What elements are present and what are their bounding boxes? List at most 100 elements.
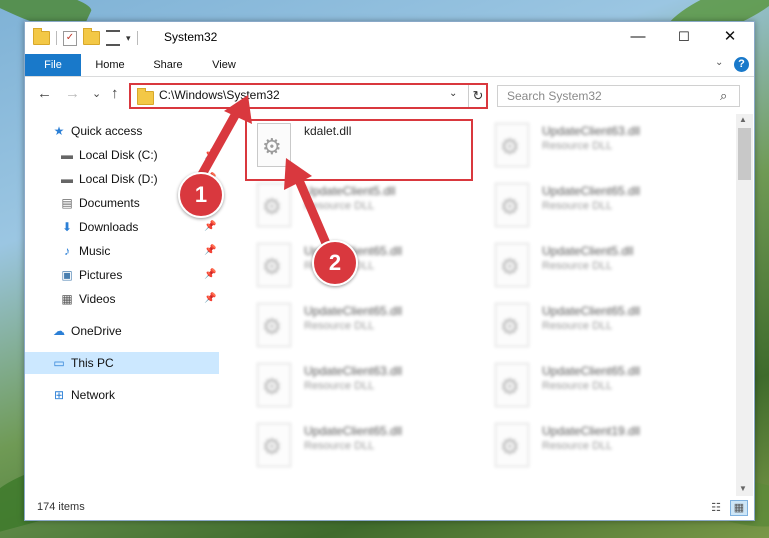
pin-icon[interactable]: 📌 [204, 144, 216, 166]
file-item[interactable]: UpdateClient65.dll Resource DLL [483, 180, 703, 232]
tab-file[interactable]: File [25, 54, 81, 76]
dll-file-icon [257, 303, 291, 347]
drive-icon: ▬ [61, 172, 73, 186]
sidebar-item-onedrive[interactable]: ☁ OneDrive [25, 320, 219, 342]
customize-toolbar-chevron-icon[interactable]: ▾ [126, 33, 131, 44]
sidebar-item-pictures[interactable]: ▣ Pictures 📌 [25, 264, 219, 286]
file-item[interactable]: UpdateClient5.dll Resource DLL [483, 240, 703, 292]
pictures-icon: ▣ [61, 268, 73, 282]
dll-file-icon [257, 363, 291, 407]
computer-icon: ▭ [53, 356, 65, 370]
pin-icon[interactable]: 📌 [204, 240, 216, 262]
maximize-button[interactable]: ☐ [661, 22, 707, 52]
sidebar-item-downloads[interactable]: ⬇ Downloads 📌 [25, 216, 219, 238]
vertical-scrollbar[interactable]: ▲ ▼ [736, 114, 753, 496]
window-title: System32 [164, 30, 218, 44]
tab-home[interactable]: Home [85, 54, 135, 76]
sidebar-item-quick-access[interactable]: ★ Quick access [25, 120, 219, 142]
scroll-down-icon[interactable]: ▼ [739, 484, 747, 493]
dll-file-icon [495, 423, 529, 467]
sidebar-item-label: Quick access [71, 124, 143, 138]
sidebar-item-this-pc[interactable]: ▭ This PC [25, 352, 219, 374]
file-type: Resource DLL [542, 380, 613, 392]
forward-button[interactable]: → [65, 85, 80, 102]
sidebar-item-network[interactable]: ⊞ Network [25, 384, 219, 406]
file-name: UpdateClient5.dll [542, 244, 634, 258]
file-item[interactable]: UpdateClient5.dll Resource DLL [245, 180, 465, 232]
pin-icon[interactable]: 📌 [204, 216, 216, 238]
file-name: UpdateClient65.dll [542, 364, 641, 378]
address-bar[interactable]: C:\Windows\System32 ⌄ ↻ [129, 83, 488, 109]
music-icon: ♪ [64, 244, 70, 258]
status-bar: 174 items ☷ ▦ [25, 498, 754, 520]
up-button[interactable]: ↑ [111, 85, 119, 102]
minimize-button[interactable]: — [615, 22, 661, 52]
file-name: UpdateClient19.dll [542, 424, 641, 438]
sidebar-item-label: Downloads [79, 220, 139, 234]
file-item[interactable]: UpdateClient19.dll Resource DLL [483, 420, 703, 472]
file-name: UpdateClient5.dll [304, 184, 396, 198]
new-folder-icon[interactable] [83, 28, 100, 45]
rename-icon[interactable] [106, 30, 120, 46]
pin-icon[interactable]: 📌 [204, 264, 216, 286]
step-1-badge: 1 [178, 172, 224, 218]
address-path[interactable]: C:\Windows\System32 [159, 88, 280, 102]
title-bar: ✓ ▾ System32 — ☐ ✕ [25, 22, 754, 54]
sidebar-item-label: Videos [79, 292, 116, 306]
sidebar-item-label: Local Disk (D:) [79, 172, 158, 186]
file-name: UpdateClient65.dll [542, 304, 641, 318]
search-placeholder: Search System32 [507, 89, 602, 103]
search-input[interactable]: Search System32 ⌕ [497, 85, 740, 107]
file-item[interactable]: UpdateClient63.dll Resource DLL [483, 120, 703, 172]
tab-share[interactable]: Share [143, 54, 193, 76]
address-dropdown-chevron-icon[interactable]: ⌄ [449, 88, 457, 99]
expand-ribbon-chevron-icon[interactable]: ⌄ [715, 57, 723, 68]
pin-icon[interactable]: 📌 [204, 288, 216, 310]
sidebar-item-videos[interactable]: ▦ Videos 📌 [25, 288, 219, 310]
file-item[interactable]: UpdateClient65.dll Resource DLL [483, 360, 703, 412]
item-count: 174 items [37, 501, 85, 513]
file-name: UpdateClient63.dll [304, 364, 403, 378]
sidebar-item-label: This PC [71, 356, 114, 370]
drive-icon: ▬ [61, 148, 73, 162]
file-type: Resource DLL [542, 440, 613, 452]
tab-view[interactable]: View [201, 54, 247, 76]
file-type: Resource DLL [304, 380, 375, 392]
sidebar-item-label: Documents [79, 196, 140, 210]
sidebar-item-music[interactable]: ♪ Music 📌 [25, 240, 219, 262]
file-item[interactable]: UpdateClient65.dll Resource DLL [483, 300, 703, 352]
file-type: Resource DLL [304, 440, 375, 452]
sidebar-item-label: OneDrive [71, 324, 122, 338]
file-type: Resource DLL [304, 200, 375, 212]
help-button[interactable]: ? [734, 57, 749, 72]
file-name: UpdateClient65.dll [304, 424, 403, 438]
scroll-up-icon[interactable]: ▲ [739, 115, 747, 124]
dll-file-icon [495, 123, 529, 167]
dll-file-icon [257, 423, 291, 467]
search-icon[interactable]: ⌕ [720, 88, 727, 104]
refresh-icon[interactable]: ↻ [468, 85, 487, 107]
dll-file-icon [495, 183, 529, 227]
back-button[interactable]: ← [37, 85, 52, 102]
step-2-badge: 2 [312, 240, 358, 286]
dll-file-icon [495, 303, 529, 347]
details-view-icon[interactable]: ☷ [708, 501, 724, 515]
sidebar-item-label: Pictures [79, 268, 123, 282]
recent-locations-button[interactable]: ⌄ [92, 87, 101, 100]
toolbar-divider [136, 31, 138, 45]
file-type: Resource DLL [542, 320, 613, 332]
properties-check-icon[interactable]: ✓ [63, 30, 77, 46]
file-item[interactable]: UpdateClient63.dll Resource DLL [245, 360, 465, 412]
file-item[interactable]: UpdateClient65.dll Resource DLL [245, 420, 465, 472]
file-name: UpdateClient65.dll [304, 304, 403, 318]
network-icon: ⊞ [53, 388, 65, 402]
close-button[interactable]: ✕ [707, 22, 753, 52]
folder-icon [33, 28, 50, 45]
scrollbar-thumb[interactable] [738, 128, 751, 180]
dll-file-icon [495, 363, 529, 407]
ribbon-tabs: File Home Share View ⌄ ? [25, 54, 754, 77]
file-item[interactable]: UpdateClient65.dll Resource DLL [245, 300, 465, 352]
sidebar-item-local-disk-c[interactable]: ▬ Local Disk (C:) 📌 [25, 144, 219, 166]
dll-file-icon [257, 243, 291, 287]
large-icons-view-icon[interactable]: ▦ [730, 500, 748, 516]
